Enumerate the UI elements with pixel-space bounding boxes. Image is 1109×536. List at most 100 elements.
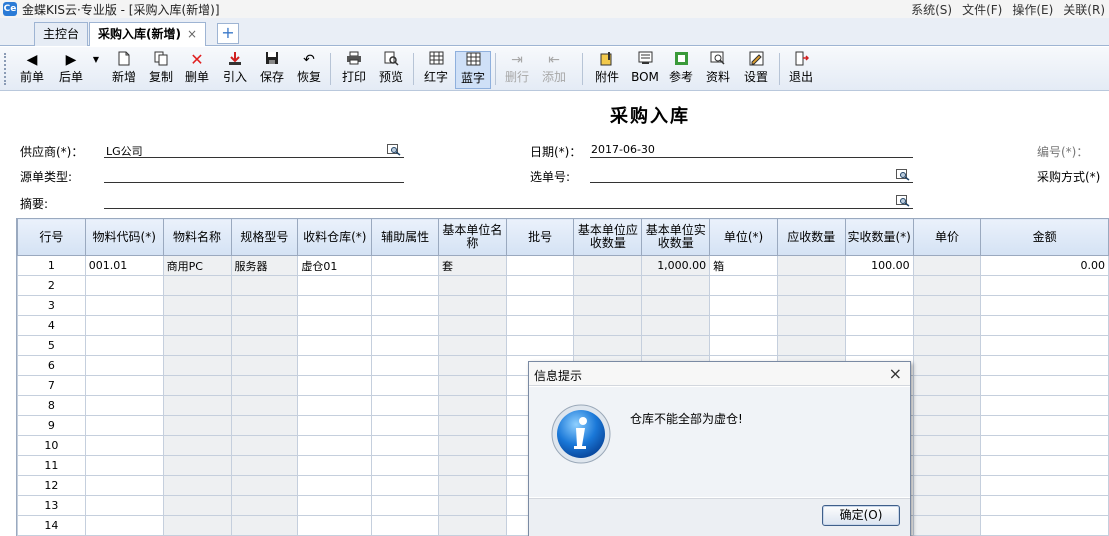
table-cell[interactable] xyxy=(844,295,914,316)
save-button[interactable]: 保存 xyxy=(254,51,290,89)
column-header[interactable]: 物料名称 xyxy=(162,218,232,256)
table-cell[interactable]: 100.00 xyxy=(844,255,914,276)
tab-purchase-receipt[interactable]: 采购入库(新增) × xyxy=(89,22,207,46)
table-cell[interactable] xyxy=(84,375,164,396)
bom-button[interactable]: BOM xyxy=(627,51,663,89)
table-cell[interactable] xyxy=(980,295,1109,316)
select-no-field[interactable] xyxy=(590,182,913,183)
settings-button[interactable]: 设置 xyxy=(738,51,774,89)
table-cell[interactable] xyxy=(505,315,575,336)
table-row[interactable]: 3 xyxy=(17,295,1109,316)
copy-button[interactable]: 复制 xyxy=(143,51,179,89)
table-cell[interactable] xyxy=(162,455,232,476)
table-cell[interactable] xyxy=(844,335,914,356)
table-cell[interactable] xyxy=(162,335,232,356)
table-cell[interactable] xyxy=(230,435,299,456)
table-cell[interactable] xyxy=(912,495,982,516)
table-cell[interactable] xyxy=(912,335,982,356)
table-cell[interactable] xyxy=(297,515,373,536)
table-cell[interactable] xyxy=(84,355,164,376)
import-button[interactable]: 引入 xyxy=(217,51,253,89)
table-cell[interactable]: 0.00 xyxy=(980,255,1109,276)
table-cell[interactable] xyxy=(505,335,575,356)
table-cell[interactable] xyxy=(980,415,1109,436)
table-row[interactable]: 2 xyxy=(17,275,1109,296)
table-cell[interactable] xyxy=(84,395,164,416)
table-cell[interactable] xyxy=(371,435,439,456)
table-cell[interactable] xyxy=(437,315,507,336)
table-cell[interactable]: 1,000.00 xyxy=(641,255,711,276)
table-cell[interactable] xyxy=(230,275,299,296)
table-cell[interactable] xyxy=(980,395,1109,416)
table-cell[interactable] xyxy=(505,295,575,316)
table-cell[interactable] xyxy=(641,335,711,356)
supplier-lookup-icon[interactable] xyxy=(387,144,401,156)
next-dropdown[interactable]: ▼ xyxy=(90,51,102,89)
table-cell[interactable] xyxy=(980,335,1109,356)
delete-row-button[interactable]: ⇥ 删行 xyxy=(499,51,535,89)
table-cell[interactable] xyxy=(573,315,643,336)
menu-file[interactable]: 文件(F) xyxy=(962,1,1002,18)
table-cell[interactable] xyxy=(84,475,164,496)
table-cell[interactable] xyxy=(297,275,373,296)
table-cell[interactable] xyxy=(230,295,299,316)
table-cell[interactable] xyxy=(84,515,164,536)
table-cell[interactable] xyxy=(162,435,232,456)
table-row[interactable]: 4 xyxy=(17,315,1109,336)
table-cell[interactable] xyxy=(371,415,439,436)
menu-operation[interactable]: 操作(E) xyxy=(1012,1,1053,18)
table-cell[interactable] xyxy=(162,475,232,496)
menu-related[interactable]: 关联(R) xyxy=(1063,1,1105,18)
table-cell[interactable] xyxy=(437,335,507,356)
add-tab-icon[interactable]: + xyxy=(217,23,239,44)
next-button[interactable]: ▶ 后单 xyxy=(53,51,89,89)
add-row-button[interactable]: ⇤ 添加 xyxy=(536,51,572,89)
red-button[interactable]: 红字 xyxy=(418,51,454,89)
attach-button[interactable]: 附件 xyxy=(589,51,625,89)
table-cell[interactable] xyxy=(230,475,299,496)
table-cell[interactable] xyxy=(776,315,846,336)
table-cell[interactable] xyxy=(505,275,575,296)
table-cell[interactable] xyxy=(371,495,439,516)
new-button[interactable]: 新增 xyxy=(106,51,142,89)
table-cell[interactable] xyxy=(84,435,164,456)
table-row[interactable]: 5 xyxy=(17,335,1109,356)
column-header[interactable]: 实收数量(*) xyxy=(844,218,914,256)
table-cell[interactable] xyxy=(230,495,299,516)
table-cell[interactable] xyxy=(371,275,439,296)
table-cell[interactable] xyxy=(437,295,507,316)
table-cell[interactable] xyxy=(980,515,1109,536)
table-cell[interactable] xyxy=(371,315,439,336)
table-cell[interactable] xyxy=(162,395,232,416)
table-cell[interactable] xyxy=(912,395,982,416)
table-cell[interactable] xyxy=(437,455,507,476)
table-cell[interactable] xyxy=(437,515,507,536)
table-cell[interactable] xyxy=(912,515,982,536)
table-cell[interactable] xyxy=(980,355,1109,376)
table-cell[interactable] xyxy=(230,415,299,436)
summary-lookup-icon[interactable] xyxy=(896,195,910,207)
table-cell[interactable] xyxy=(980,495,1109,516)
column-header[interactable]: 规格型号 xyxy=(230,218,299,256)
column-header[interactable]: 基本单位名称 xyxy=(437,218,507,256)
table-cell[interactable] xyxy=(371,295,439,316)
table-cell[interactable] xyxy=(844,275,914,296)
table-cell[interactable] xyxy=(573,255,643,276)
table-cell[interactable] xyxy=(297,395,373,416)
prev-button[interactable]: ◀ 前单 xyxy=(14,51,50,89)
table-cell[interactable] xyxy=(437,355,507,376)
table-cell[interactable] xyxy=(776,295,846,316)
column-header[interactable]: 基本单位应收数量 xyxy=(573,218,643,256)
table-cell[interactable] xyxy=(641,275,711,296)
tab-close-icon[interactable]: × xyxy=(187,27,197,41)
table-cell[interactable] xyxy=(505,255,575,276)
table-cell[interactable] xyxy=(297,415,373,436)
table-cell[interactable] xyxy=(437,275,507,296)
table-cell[interactable] xyxy=(371,395,439,416)
table-cell[interactable] xyxy=(162,355,232,376)
table-cell[interactable] xyxy=(297,335,373,356)
table-cell[interactable] xyxy=(709,295,778,316)
column-header[interactable]: 收料仓库(*) xyxy=(297,218,373,256)
table-cell[interactable] xyxy=(371,335,439,356)
table-cell[interactable]: 套 xyxy=(437,255,507,276)
